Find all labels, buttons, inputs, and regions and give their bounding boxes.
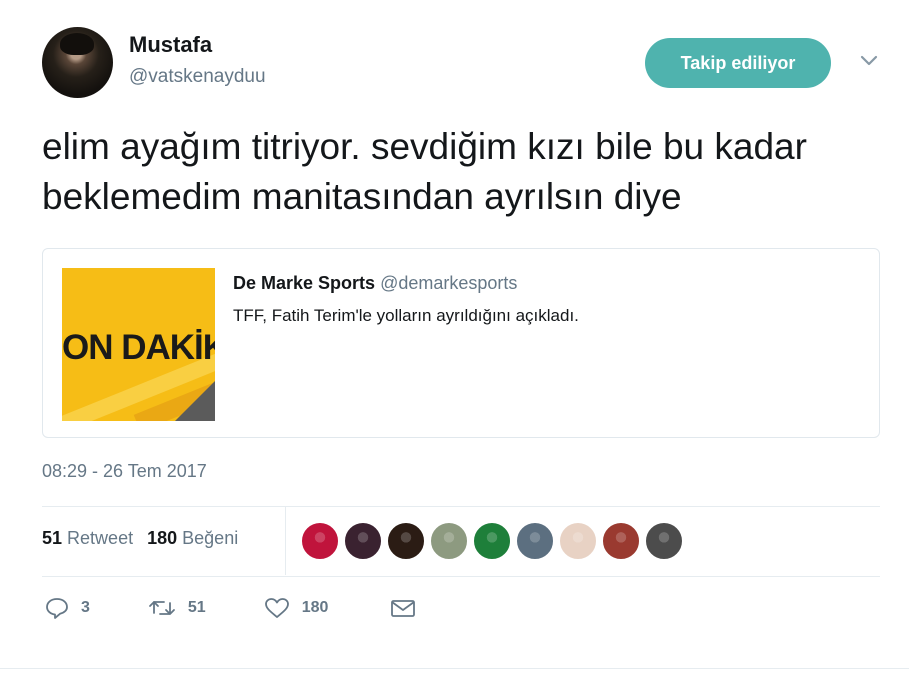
- heart-icon: [264, 597, 290, 619]
- liker-avatar[interactable]: [344, 522, 382, 560]
- image-caption: ON DAKİK: [62, 328, 215, 367]
- engagement-stats: 51 Retweet 180 Beğeni: [42, 528, 238, 549]
- direct-message-button[interactable]: [390, 598, 416, 618]
- quoted-tweet[interactable]: ON DAKİK De Marke Sports @demarkesports …: [42, 248, 880, 438]
- retweet-button[interactable]: 51: [148, 598, 206, 618]
- like-count: 180: [301, 599, 329, 616]
- quoted-tweet-image[interactable]: ON DAKİK: [62, 268, 215, 421]
- reply-button[interactable]: 3: [45, 597, 90, 619]
- quoted-author-name: De Marke Sports: [233, 273, 376, 293]
- author-handle[interactable]: @vatskenayduu: [129, 66, 266, 88]
- stats-divider: [285, 507, 286, 575]
- chevron-down-icon[interactable]: [860, 54, 878, 68]
- liker-avatar[interactable]: [559, 522, 597, 560]
- tweet-text: elim ayağım titriyor. sevdiğim kızı bile…: [42, 126, 807, 217]
- quoted-author-handle: @demarkesports: [380, 273, 518, 293]
- envelope-icon: [390, 598, 416, 618]
- retweet-stat[interactable]: 51 Retweet: [42, 528, 133, 548]
- liker-avatar[interactable]: [387, 522, 425, 560]
- liker-avatar[interactable]: [516, 522, 554, 560]
- like-stat[interactable]: 180 Beğeni: [147, 528, 238, 548]
- reply-count: 3: [81, 599, 90, 616]
- retweet-icon: [148, 598, 176, 618]
- liker-avatar[interactable]: [430, 522, 468, 560]
- retweet-count: 51: [187, 599, 206, 616]
- liker-avatar[interactable]: [301, 522, 339, 560]
- author-avatar[interactable]: [42, 27, 113, 98]
- bottom-divider: [0, 668, 909, 669]
- liker-avatar[interactable]: [602, 522, 640, 560]
- liker-avatar[interactable]: [473, 522, 511, 560]
- tweet-timestamp[interactable]: 08:29 - 26 Tem 2017: [42, 461, 207, 482]
- divider: [42, 576, 880, 577]
- reply-icon: [45, 597, 69, 619]
- like-button[interactable]: 180: [264, 597, 329, 619]
- author-name[interactable]: Mustafa: [129, 32, 212, 58]
- quoted-tweet-text: TFF, Fatih Terim'le yolların ayrıldığını…: [233, 306, 579, 325]
- quoted-tweet-author[interactable]: De Marke Sports @demarkesports: [233, 273, 517, 294]
- following-button[interactable]: Takip ediliyor: [645, 38, 831, 88]
- divider: [42, 506, 880, 507]
- liker-avatar[interactable]: [645, 522, 683, 560]
- tweet-actions: 3 51 180: [45, 597, 416, 619]
- liker-avatars: [301, 522, 688, 560]
